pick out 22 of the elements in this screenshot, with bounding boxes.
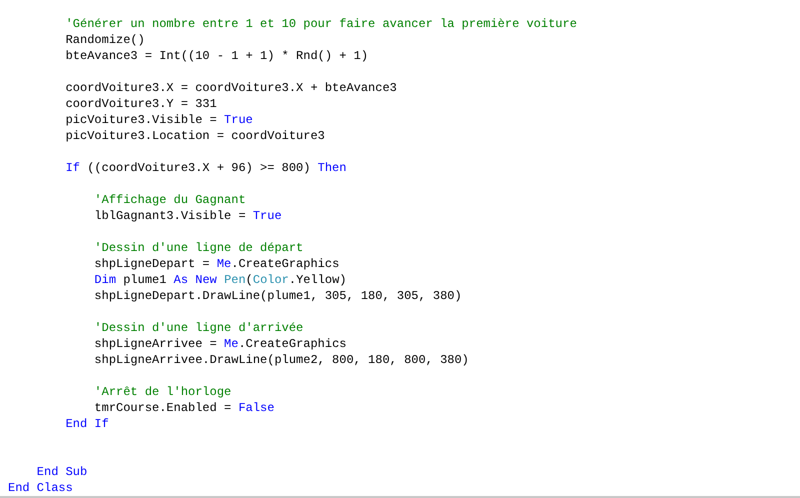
code-line: bteAvance3 = Int((10 - 1 + 1) * Rnd() + 1) bbox=[64, 49, 368, 63]
code-line: 'Générer un nombre entre 1 et 10 pour faire avancer la première voiture bbox=[64, 17, 577, 31]
code-line: shpLigneDepart = Me.CreateGraphics bbox=[93, 257, 340, 271]
code-line: 'Dessin d'une ligne de départ bbox=[93, 241, 304, 255]
code-line: 'Affichage du Gagnant bbox=[93, 193, 246, 207]
code-line: If ((coordVoiture3.X + 96) >= 800) Then bbox=[64, 161, 346, 175]
code-line: shpLigneDepart.DrawLine(plume1, 305, 180, 305, 380) bbox=[93, 289, 462, 303]
code-line: tmrCourse.Enabled = False bbox=[93, 401, 274, 415]
code-line: coordVoiture3.Y = 331 bbox=[64, 97, 217, 111]
code-line: picVoiture3.Visible = True bbox=[64, 113, 253, 127]
code-line: coordVoiture3.X = coordVoiture3.X + bteAvance3 bbox=[64, 81, 397, 95]
code-line: End Sub bbox=[36, 465, 88, 479]
code-line: 'Arrêt de l'horloge bbox=[93, 385, 232, 399]
code-line: shpLigneArrivee = Me.CreateGraphics bbox=[93, 337, 346, 351]
code-line: End Class bbox=[8, 481, 73, 495]
code-line: 'Dessin d'une ligne d'arrivée bbox=[93, 321, 304, 335]
code-line: Randomize() bbox=[64, 33, 145, 47]
code-line: lblGagnant3.Visible = True bbox=[93, 209, 282, 223]
code-line: shpLigneArrivee.DrawLine(plume2, 800, 180, 800, 380) bbox=[93, 353, 469, 367]
code-line: Dim plume1 As New Pen(Color.Yellow) bbox=[93, 273, 346, 287]
code-line: End If bbox=[64, 417, 109, 431]
code-line: picVoiture3.Location = coordVoiture3 bbox=[64, 129, 325, 143]
